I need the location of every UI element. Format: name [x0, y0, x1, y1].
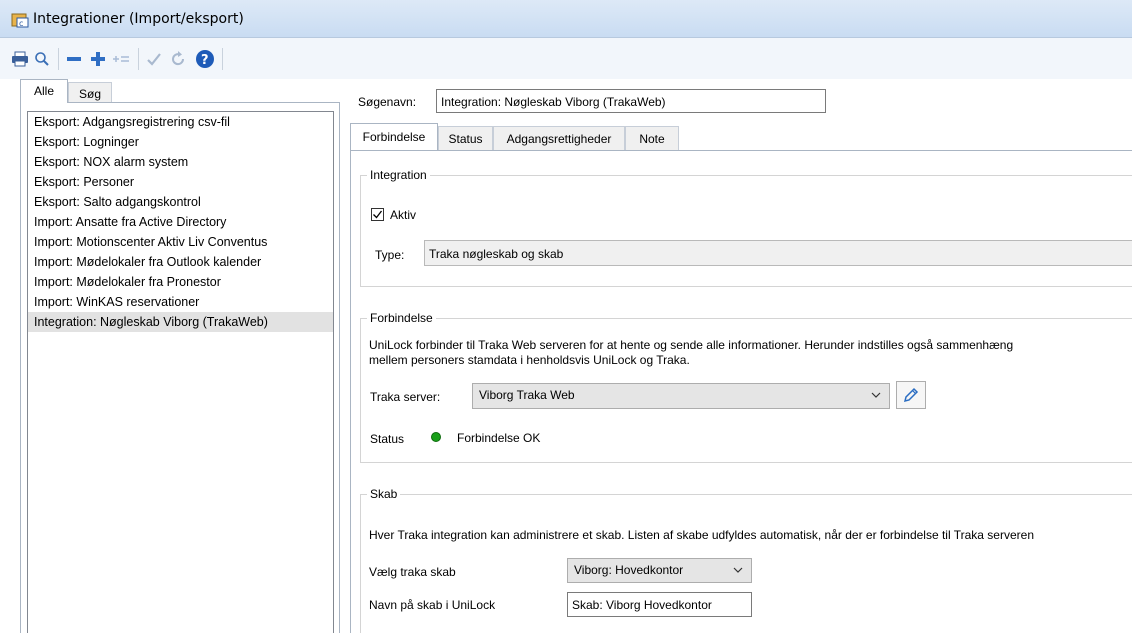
minus-icon[interactable]: [64, 48, 84, 70]
traka-server-label: Traka server:: [370, 390, 441, 404]
tab-alle[interactable]: Alle: [20, 79, 68, 103]
list-item[interactable]: Import: Ansatte fra Active Directory: [28, 212, 333, 232]
printer-icon[interactable]: [10, 48, 30, 70]
tab-sog[interactable]: Søg: [68, 82, 112, 102]
list-item[interactable]: Eksport: Logninger: [28, 132, 333, 152]
app-icon: c: [11, 12, 29, 28]
window-title: Integrationer (Import/eksport): [33, 11, 244, 27]
select-cabinet-label: Vælg traka skab: [369, 565, 456, 579]
tab-label: Alle: [33, 84, 54, 98]
integration-list[interactable]: Eksport: Adgangsregistrering csv-fil Eks…: [27, 111, 334, 633]
plus-icon[interactable]: [88, 48, 108, 70]
connection-legend: Forbindelse: [367, 311, 436, 325]
cabinet-legend: Skab: [367, 487, 401, 501]
list-item[interactable]: Import: Motionscenter Aktiv Liv Conventu…: [28, 232, 333, 252]
tab-forbindelse[interactable]: Forbindelse: [350, 123, 438, 151]
list-item[interactable]: Import: Mødelokaler fra Pronestor: [28, 272, 333, 292]
tab-label: Note: [639, 132, 665, 146]
search-name-input[interactable]: Integration: Nøgleskab Viborg (TrakaWeb): [436, 89, 826, 113]
insert-icon[interactable]: [110, 48, 132, 70]
svg-text:?: ?: [201, 53, 209, 68]
tab-label: Søg: [78, 87, 101, 101]
status-indicator-icon: [431, 432, 441, 442]
cabinet-description: Hver Traka integration kan administrere …: [369, 528, 1034, 542]
status-label: Status: [370, 432, 405, 446]
status-text: Forbindelse OK: [457, 431, 541, 445]
check-icon[interactable]: [144, 48, 164, 70]
toolbar-separator: [138, 48, 139, 70]
list-item[interactable]: Import: WinKAS reservationer: [28, 292, 333, 312]
tab-status[interactable]: Status: [438, 126, 493, 150]
tab-label: Adgangsrettigheder: [506, 132, 612, 146]
tab-label: Status: [448, 132, 483, 146]
tab-label: Forbindelse: [362, 130, 426, 144]
active-label: Aktiv: [390, 208, 417, 222]
cabinet-name-input[interactable]: Skab: Viborg Hovedkontor: [567, 592, 752, 617]
cabinet-name-label: Navn på skab i UniLock: [369, 598, 496, 612]
connection-description-line1: UniLock forbinder til Traka Web serveren…: [369, 338, 1014, 352]
select-cabinet-dropdown[interactable]: Viborg: Hovedkontor: [567, 558, 752, 583]
search-name-label: Søgenavn:: [358, 95, 417, 109]
integration-group: [360, 175, 1132, 287]
title-bar: c Integrationer (Import/eksport): [0, 0, 1132, 38]
toolbar-separator: [58, 48, 59, 70]
list-item-selected[interactable]: Integration: Nøgleskab Viborg (TrakaWeb): [28, 312, 333, 332]
edit-server-button[interactable]: [896, 381, 926, 409]
active-checkbox[interactable]: [371, 208, 384, 221]
svg-text:c: c: [19, 19, 23, 28]
connection-description-line2: mellem personers stamdata i henholdsvis …: [369, 353, 690, 367]
integration-legend: Integration: [367, 168, 430, 182]
chevron-down-icon: [733, 564, 743, 578]
type-field: Traka nøgleskab og skab: [424, 240, 1132, 266]
traka-server-value: Viborg Traka Web: [479, 388, 575, 402]
tab-note[interactable]: Note: [625, 126, 679, 150]
list-item[interactable]: Import: Mødelokaler fra Outlook kalender: [28, 252, 333, 272]
type-label: Type:: [375, 248, 405, 262]
toolbar-separator: [222, 48, 223, 70]
traka-server-select[interactable]: Viborg Traka Web: [472, 383, 890, 409]
pencil-icon: [903, 387, 919, 403]
refresh-icon[interactable]: [168, 48, 188, 70]
list-item[interactable]: Eksport: Salto adgangskontrol: [28, 192, 333, 212]
search-icon[interactable]: [32, 48, 52, 70]
list-item[interactable]: Eksport: Personer: [28, 172, 333, 192]
help-icon[interactable]: ?: [194, 48, 216, 70]
select-cabinet-value: Viborg: Hovedkontor: [574, 563, 684, 577]
check-icon: [373, 210, 383, 219]
list-item[interactable]: Eksport: Adgangsregistrering csv-fil: [28, 112, 333, 132]
tab-adgangsrettigheder[interactable]: Adgangsrettigheder: [493, 126, 625, 150]
list-item[interactable]: Eksport: NOX alarm system: [28, 152, 333, 172]
chevron-down-icon: [871, 389, 881, 403]
